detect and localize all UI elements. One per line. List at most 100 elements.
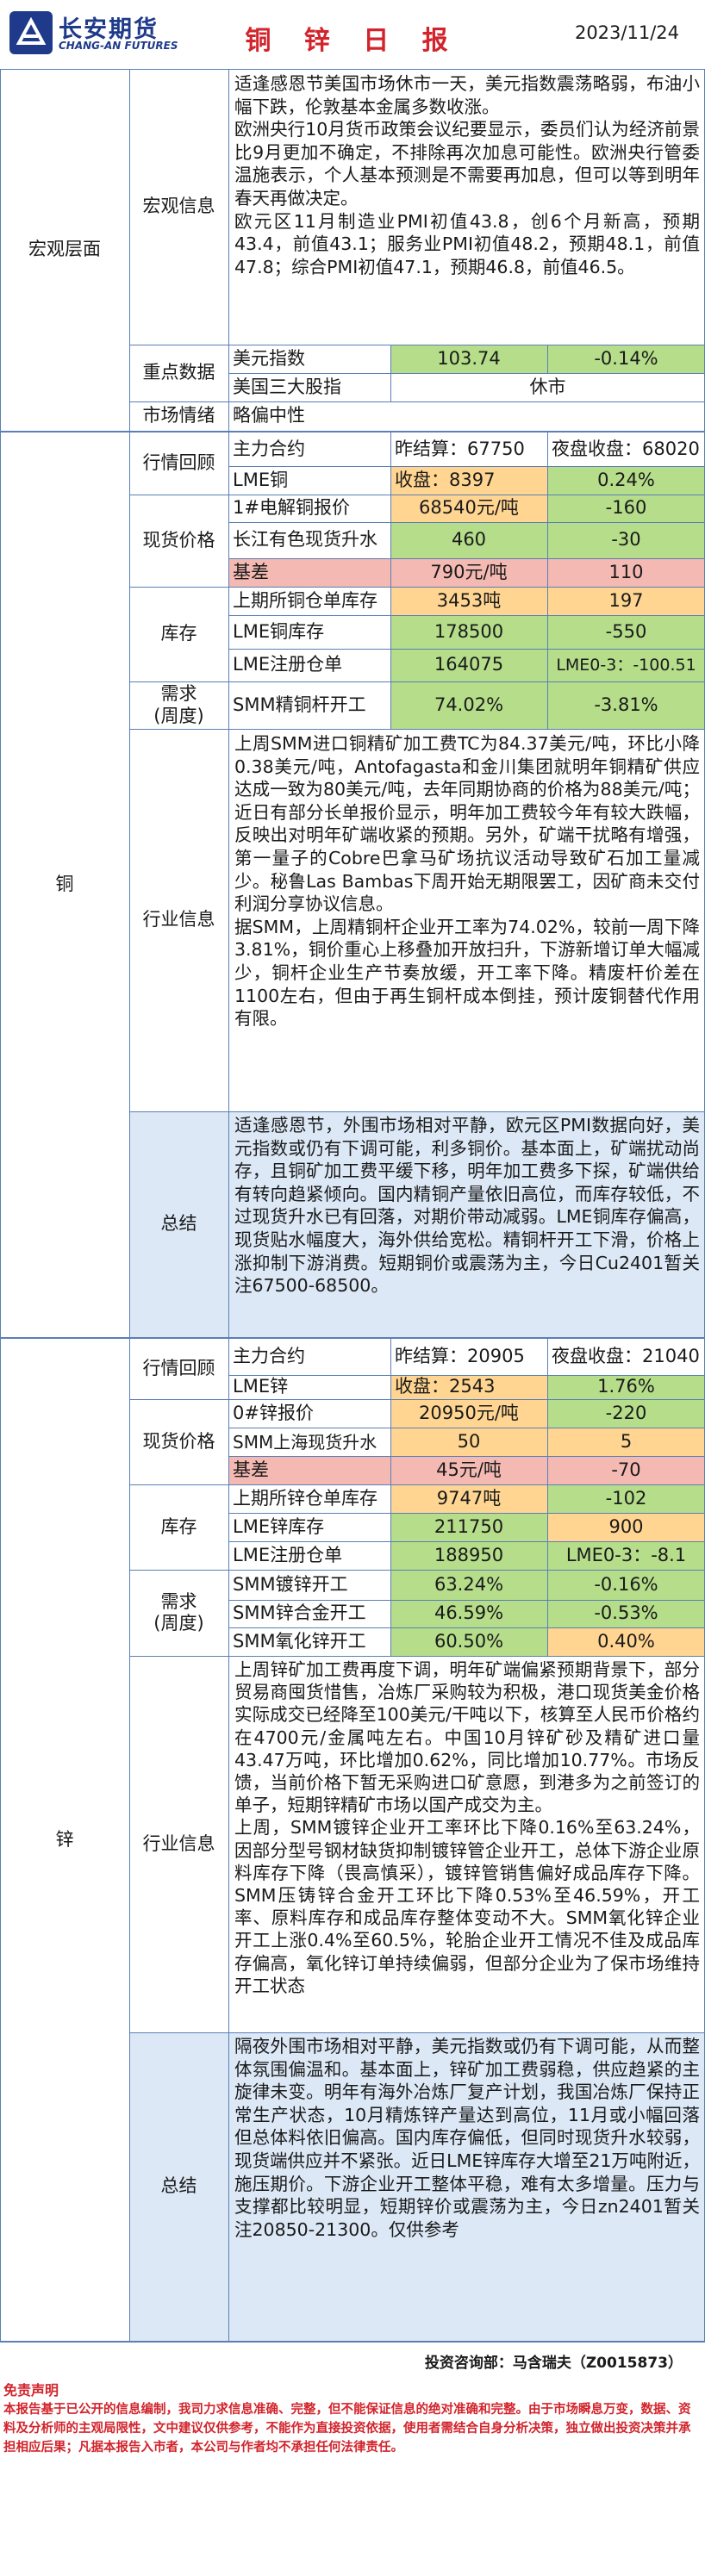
daily-report-page: 长安期货 CHANG-AN FUTURES 铜 锌 日 报 2023/11/24 — [0, 0, 705, 2576]
cu-inventory-label: 库存 — [160, 623, 197, 644]
cu-spot1-change: -160 — [605, 497, 647, 519]
zn-basis-value: 45元/吨 — [436, 1459, 502, 1480]
disclaimer: 免责声明 本报告基于已公开的信息编制，我司力求信息准确、完整，但不能保证信息的绝… — [3, 2381, 702, 2571]
zn-demand-label-line2: (周度) — [153, 1613, 204, 1633]
market-sentiment-label: 市场情绪 — [142, 405, 215, 426]
zn-summary-label: 总结 — [160, 2175, 197, 2197]
cu-night-close: 夜盘收盘：68020 — [552, 438, 700, 459]
zn-industry-text: 上周锌矿加工费再度下调，明年矿端偏紧预期背景下，部分贸易商囤货惜售，冶炼厂采购较… — [228, 1658, 705, 2031]
cu-demand-label: 需求 (周度) — [129, 681, 228, 729]
zn-main-contract-label: 主力合约 — [233, 1346, 305, 1367]
cu-summary-label: 总结 — [160, 1213, 197, 1235]
zn-inv3-change: LME0-3：-8.1 — [565, 1544, 687, 1565]
cu-demand1-value: 74.02% — [434, 694, 504, 715]
zn-night-close: 夜盘收盘：21040 — [552, 1346, 700, 1367]
macro-key-data-label: 重点数据 — [142, 362, 215, 383]
zn-basis-label: 基差 — [233, 1459, 269, 1480]
report-date: 2023/11/24 — [574, 22, 679, 43]
disclaimer-text: 本报告基于已公开的信息编制，我司力求信息准确、完整，但不能保证信息的绝对准确和完… — [3, 2403, 691, 2455]
cu-spot-label: 现货价格 — [142, 529, 215, 551]
cu-inv2-change: -550 — [605, 620, 647, 642]
cu-spot1-value: 68540元/吨 — [419, 497, 519, 519]
zn-inv2-label: LME锌库存 — [233, 1515, 325, 1537]
zn-inv3-value: 188950 — [434, 1544, 504, 1565]
zn-industry-label: 行业信息 — [142, 1832, 215, 1854]
macro-info-text: 适逢感恩节美国市场休市一天，美元指数震荡略弱，布油小幅下跌，伦敦基本金属多数收涨… — [228, 72, 705, 343]
zn-industry-line: 上周，SMM镀锌企业开工率环比下降0.16%至63.24%，因部分型号钢材缺货抑… — [234, 1817, 700, 1996]
zn-spot1-label: 0#锌报价 — [233, 1402, 314, 1423]
zn-demand3-change: 0.40% — [597, 1630, 655, 1652]
zn-demand2-label: SMM锌合金开工 — [233, 1602, 366, 1624]
zn-inv3-label: LME注册仓单 — [233, 1544, 343, 1565]
zn-market-label: 行情回顾 — [142, 1358, 215, 1379]
cu-spot2-change: -30 — [611, 529, 641, 551]
us-stock-index-value: 休市 — [529, 376, 566, 397]
cu-inv2-label: LME铜库存 — [233, 620, 325, 642]
zn-demand-label-line1: 需求 — [160, 1590, 197, 1612]
zn-spot2-value: 50 — [457, 1430, 481, 1452]
zn-demand3-label: SMM氧化锌开工 — [233, 1630, 366, 1652]
zn-demand2-value: 46.59% — [434, 1602, 504, 1624]
zn-inv2-value: 211750 — [434, 1515, 504, 1537]
zn-settle-price: 昨结算：20905 — [395, 1346, 525, 1367]
zn-demand-label: 需求 (周度) — [129, 1570, 228, 1656]
zn-inv1-label: 上期所锌仓单库存 — [233, 1487, 377, 1509]
usd-index-label: 美元指数 — [233, 347, 305, 369]
zn-inv1-change: -102 — [605, 1487, 647, 1509]
zn-spot1-change: -220 — [605, 1402, 647, 1423]
cu-basis-label: 基差 — [233, 561, 269, 582]
cu-demand-label-line1: 需求 — [160, 683, 197, 705]
cu-demand1-label: SMM精铜杆开工 — [233, 694, 366, 715]
usd-index-change: -0.14% — [594, 347, 658, 369]
zn-inv2-change: 900 — [608, 1515, 644, 1537]
macro-info-line: 适逢感恩节美国市场休市一天，美元指数震荡略弱，布油小幅下跌，伦敦基本金属多数收涨… — [234, 73, 700, 117]
zn-spot2-change: 5 — [620, 1430, 633, 1452]
section-label-macro: 宏观层面 — [28, 239, 101, 260]
zn-demand1-value: 63.24% — [434, 1573, 504, 1595]
macro-info-label: 宏观信息 — [142, 196, 215, 217]
cu-inv3-change: LME0-3：-100.51 — [556, 655, 696, 675]
cu-summary-text: 适逢感恩节，外围市场相对平静，欧元区PMI数据向好，美元指数或仍有下调可能，利多… — [228, 1114, 705, 1335]
zn-demand2-change: -0.53% — [594, 1602, 658, 1624]
cu-demand1-change: -3.81% — [594, 694, 658, 715]
zn-industry-line: 上周锌矿加工费再度下调，明年矿端偏紧预期背景下，部分贸易商囤货惜售，冶炼厂采购较… — [234, 1659, 700, 1816]
zn-demand3-value: 60.50% — [434, 1630, 504, 1652]
cu-inv1-value: 3453吨 — [436, 589, 502, 611]
section-label-copper: 铜 — [55, 874, 74, 895]
zn-lme-change: 1.76% — [597, 1376, 655, 1397]
investment-advisor: 投资咨询部：马含瑞夫（Z0015873） — [424, 2355, 683, 2372]
zn-spot1-value: 20950元/吨 — [419, 1402, 519, 1423]
report-header: 长安期货 CHANG-AN FUTURES 铜 锌 日 报 2023/11/24 — [0, 0, 705, 69]
cu-lme-close: 收盘：8397 — [395, 469, 496, 490]
zn-inventory-label: 库存 — [160, 1515, 197, 1537]
zn-lme-close: 收盘：2543 — [395, 1376, 496, 1397]
cu-main-contract-label: 主力合约 — [233, 438, 305, 459]
zn-inv1-value: 9747吨 — [436, 1487, 502, 1509]
market-sentiment-value: 略偏中性 — [233, 405, 305, 426]
zn-spot2-label: SMM上海现货升水 — [233, 1431, 377, 1453]
zn-demand1-change: -0.16% — [594, 1573, 658, 1595]
cu-spot2-value: 460 — [451, 529, 487, 551]
cu-industry-line: 上周SMM进口铜精矿加工费TC为84.37美元/吨，环比小降0.38美元/吨，A… — [234, 733, 700, 915]
cu-inv3-label: LME注册仓单 — [233, 654, 343, 675]
us-stock-index-label: 美国三大股指 — [233, 376, 341, 397]
section-label-zinc: 锌 — [55, 1828, 74, 1850]
macro-info-line: 欧元区11月制造业PMI初值43.8，创6个月新高，预期43.4，前值43.1；… — [234, 210, 700, 277]
cu-spot1-label: 1#电解铜报价 — [233, 497, 350, 519]
cu-lme-change: 0.24% — [597, 469, 655, 490]
cu-basis-value: 790元/吨 — [430, 561, 508, 582]
cu-market-label: 行情回顾 — [142, 452, 215, 474]
zn-summary-para: 隔夜外围市场相对平静，美元指数或仍有下调可能，从而整体氛围偏温和。基本面上，锌矿… — [234, 2036, 700, 2240]
cu-inv1-label: 上期所铜仓单库存 — [233, 589, 377, 611]
cu-spot2-label: 长江有色现货升水 — [233, 529, 377, 551]
zn-demand1-label: SMM镀锌开工 — [233, 1573, 348, 1595]
cu-demand-label-line2: (周度) — [153, 705, 204, 726]
zn-basis-change: -70 — [611, 1459, 641, 1480]
cu-inv1-change: 197 — [608, 589, 644, 611]
cu-basis-change: 110 — [608, 561, 644, 582]
cu-inv3-value: 164075 — [434, 654, 504, 675]
cu-inv2-value: 178500 — [434, 620, 504, 642]
zn-summary-text: 隔夜外围市场相对平静，美元指数或仍有下调可能，从而整体氛围偏温和。基本面上，锌矿… — [228, 2035, 705, 2339]
cu-industry-text: 上周SMM进口铜精矿加工费TC为84.37美元/吨，环比小降0.38美元/吨，A… — [228, 732, 705, 1110]
zn-spot-label: 现货价格 — [142, 1430, 215, 1452]
